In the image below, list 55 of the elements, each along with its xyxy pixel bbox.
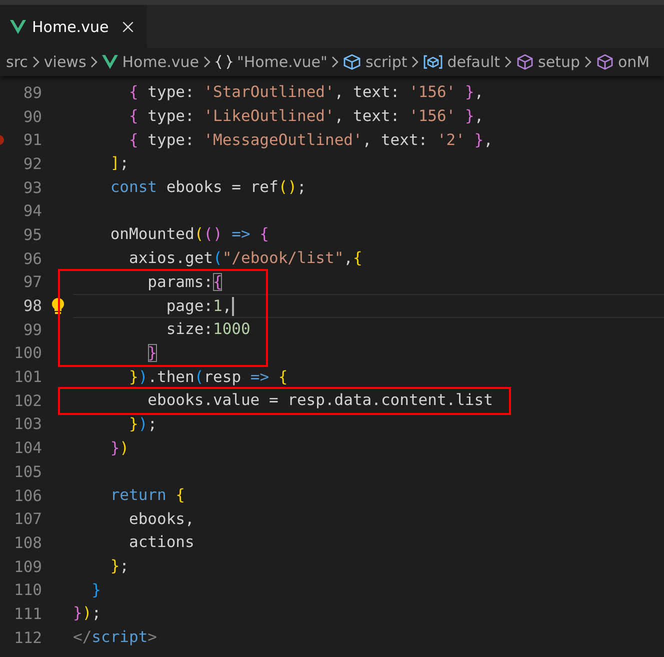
line-number: 109 — [13, 558, 42, 576]
breadcrumb-item[interactable]: onM — [618, 53, 650, 71]
code-line: page:1, — [166, 298, 232, 315]
code-line: }) — [110, 440, 130, 457]
breadcrumb-item[interactable]: default — [447, 53, 500, 71]
code-line: </script> — [73, 629, 158, 646]
code-line: { type: 'LikeOutlined', text: '156' }, — [129, 108, 484, 126]
code-line: actions — [129, 534, 194, 552]
line-number: 97 — [22, 273, 42, 292]
line-number: 107 — [13, 510, 42, 528]
code-line: }); — [73, 605, 102, 622]
line-number: 104 — [13, 439, 42, 458]
editor-tab[interactable]: Home.vue — [0, 5, 147, 48]
line-number: 108 — [13, 534, 42, 552]
breadcrumb-item[interactable]: script — [365, 53, 408, 71]
line-number: 102 — [13, 392, 42, 410]
line-number: 103 — [13, 415, 42, 434]
code-line: ebooks, — [129, 510, 194, 528]
line-number: 100 — [13, 344, 42, 362]
code-line: }); — [129, 416, 158, 433]
line-number: 111 — [13, 604, 42, 623]
line-number: 110 — [13, 581, 42, 600]
line-number: 112 — [13, 628, 42, 647]
code-line: const ebooks = ref(); — [110, 179, 306, 196]
line-number: 106 — [13, 486, 42, 505]
line-number: 95 — [22, 226, 42, 244]
line-number: 91 — [22, 131, 42, 150]
code-line: params:{ — [148, 274, 222, 291]
breadcrumb-item[interactable]: src — [6, 53, 28, 71]
breadcrumb-item[interactable]: Home.vue — [122, 53, 199, 71]
code-line: } — [92, 582, 102, 599]
breadcrumb-item[interactable]: setup — [538, 53, 580, 71]
code-line: }; — [110, 558, 130, 576]
breadcrumb-item[interactable]: "Home.vue" — [236, 53, 328, 71]
line-number: 105 — [13, 462, 42, 481]
line-number: 93 — [22, 178, 42, 197]
code-line: }).then(resp => { — [129, 368, 288, 386]
code-line: ebooks.value = resp.data.content.list — [148, 392, 493, 410]
line-number: 101 — [13, 368, 42, 386]
code-line: { type: 'StarOutlined', text: '156' }, — [129, 84, 484, 102]
code-line: size:1000 — [166, 321, 250, 338]
line-number: 90 — [22, 108, 42, 126]
line-number: 89 — [22, 84, 42, 102]
line-number: 94 — [22, 202, 42, 220]
code-line: return { — [110, 487, 185, 504]
code-line: axios.get("/ebook/list",{ — [129, 250, 362, 268]
breadcrumb-item[interactable]: views — [44, 53, 86, 71]
line-number: 99 — [22, 320, 42, 339]
line-number: 92 — [22, 154, 42, 173]
code-line: onMounted(() => { — [110, 226, 270, 244]
line-number: 96 — [22, 250, 42, 268]
line-number: 98 — [22, 297, 42, 316]
code-line: { type: 'MessageOutlined', text: '2' }, — [129, 132, 493, 149]
code-line: ]; — [110, 155, 130, 172]
code-line: } — [148, 344, 157, 362]
